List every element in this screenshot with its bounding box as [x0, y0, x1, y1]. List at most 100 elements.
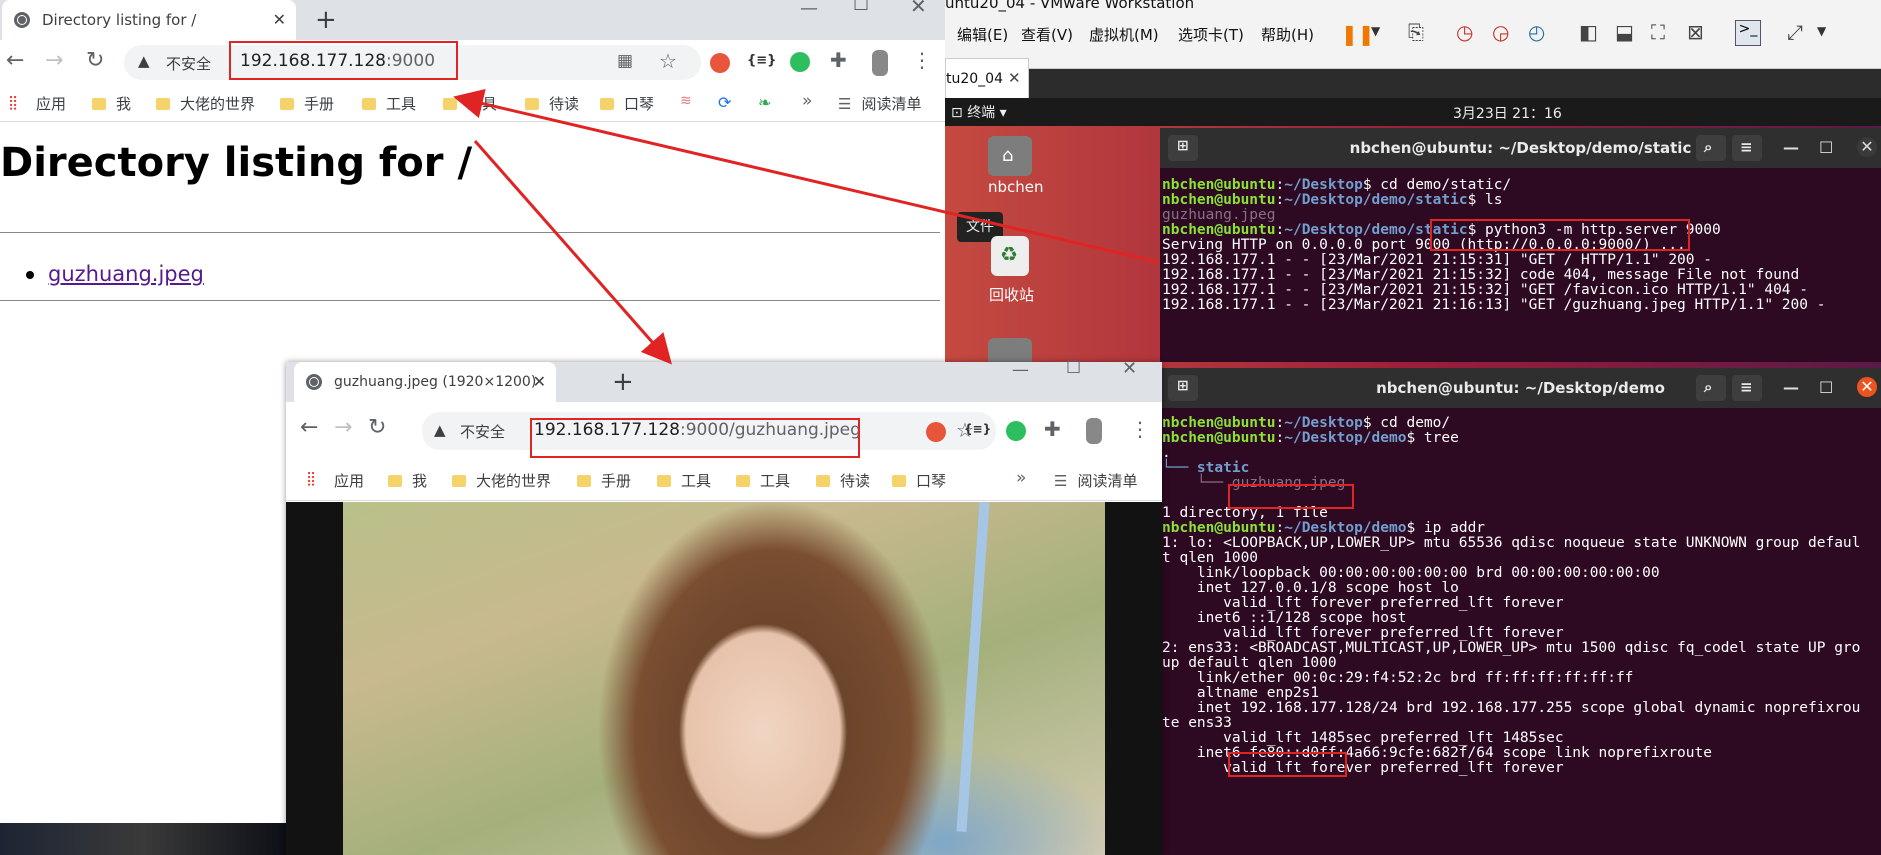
bookmark-icon-extra-1[interactable]: ≋: [680, 93, 692, 109]
divider: [0, 300, 940, 301]
search-icon[interactable]: ⌕: [1696, 375, 1726, 401]
bookmark-icon-extra-2[interactable]: ⟳: [718, 93, 731, 112]
close-tab-icon[interactable]: ✕: [533, 372, 546, 391]
unity-icon[interactable]: ⊠: [1687, 20, 1704, 44]
forward-icon[interactable]: →: [334, 415, 352, 440]
bookmark-star-icon[interactable]: ☆: [659, 49, 677, 73]
background-window-strip: [0, 823, 286, 855]
new-tab-button[interactable]: +: [315, 5, 337, 35]
file-link[interactable]: guzhuang.jpeg: [48, 262, 204, 286]
bookmark-folder[interactable]: 口琴: [892, 470, 946, 491]
menu-vm[interactable]: 虚拟机(M): [1089, 24, 1159, 45]
bookmark-folder[interactable]: 工具: [362, 93, 416, 114]
menu-edit[interactable]: 编辑(E): [957, 24, 1008, 45]
chevron-down-icon[interactable]: ▼: [1371, 24, 1380, 38]
menu-help[interactable]: 帮助(H): [1261, 24, 1314, 45]
close-icon[interactable]: ✕: [1857, 377, 1877, 397]
bookmark-folder[interactable]: 工具: [736, 470, 790, 491]
bookmark-apps[interactable]: ⣿ 应用: [8, 93, 66, 114]
profile-avatar[interactable]: [872, 50, 888, 76]
terminal-window-static[interactable]: ⊞ nbchen@ubuntu: ~/Desktop/demo/static ⌕…: [1160, 128, 1881, 362]
json-extension-icon[interactable]: {≡}: [964, 422, 991, 436]
extension-icon-1[interactable]: [926, 422, 946, 442]
maximize-icon[interactable]: ☐: [1066, 358, 1081, 378]
bookmark-folder[interactable]: 手册: [280, 93, 334, 114]
extension-icon-1[interactable]: [710, 53, 730, 73]
bookmark-folder[interactable]: 我: [388, 470, 427, 491]
bookmark-folder[interactable]: 手册: [577, 470, 631, 491]
menu-tabs[interactable]: 选项卡(T): [1178, 24, 1244, 45]
bookmark-apps[interactable]: ⣿ 应用: [306, 470, 364, 491]
hamburger-menu-icon[interactable]: ≡: [1732, 135, 1762, 161]
search-icon[interactable]: ⌕: [1696, 135, 1726, 161]
console-view-icon[interactable]: >_: [1735, 20, 1761, 46]
stretch-icon[interactable]: ⤢: [1787, 20, 1803, 44]
menu-view[interactable]: 查看(V): [1021, 24, 1073, 45]
menu-kebab-icon[interactable]: ⋮: [912, 48, 932, 72]
new-tab-icon[interactable]: ⊞: [1168, 375, 1198, 401]
maximize-icon[interactable]: ☐: [1819, 378, 1833, 397]
minimize-icon[interactable]: —: [1783, 378, 1799, 397]
reading-list-button[interactable]: ☰ 阅读清单: [838, 93, 921, 114]
close-window-icon[interactable]: ✕: [910, 0, 927, 18]
tab-directory-listing[interactable]: Directory listing for / ✕: [2, 0, 296, 40]
menu-kebab-icon[interactable]: ⋮: [1130, 417, 1150, 441]
new-tab-button[interactable]: +: [612, 367, 634, 397]
sidebar-toggle-icon[interactable]: ◧: [1579, 20, 1598, 44]
snapshot-icon[interactable]: ◷: [1456, 20, 1473, 44]
close-vm-tab-icon[interactable]: ✕: [1008, 69, 1021, 87]
more-bookmarks-chevron[interactable]: »: [802, 91, 812, 111]
reading-list-button[interactable]: ☰ 阅读清单: [1054, 470, 1137, 491]
send-keys-icon[interactable]: ⎘: [1408, 20, 1424, 44]
trash-icon[interactable]: ♻: [991, 236, 1029, 276]
new-tab-icon[interactable]: ⊞: [1168, 135, 1198, 161]
bookmark-folder[interactable]: 口琴: [600, 93, 654, 114]
snapshot-manager-icon[interactable]: ◴: [1528, 20, 1545, 44]
prompt-command: tree: [1415, 430, 1459, 446]
bookmark-folder[interactable]: 大佬的世界: [452, 470, 551, 491]
close-tab-icon[interactable]: ✕: [273, 10, 286, 29]
bookmark-folder[interactable]: 工具: [443, 93, 497, 114]
maximize-icon[interactable]: ☐: [1819, 138, 1833, 157]
qr-code-icon[interactable]: ▦: [617, 51, 633, 71]
clock[interactable]: 3月23日 21：16: [1453, 103, 1562, 123]
vm-tab[interactable]: tu20_04 ✕: [945, 58, 1029, 99]
bookmark-folder[interactable]: 我: [92, 93, 131, 114]
url-highlight-box: [530, 418, 860, 458]
thumbnail-icon[interactable]: ⬓: [1615, 20, 1634, 44]
activities-terminal[interactable]: ⊡ 终端 ▾: [951, 102, 1007, 122]
evernote-icon[interactable]: [1006, 421, 1026, 441]
bookmark-folder[interactable]: 工具: [657, 470, 711, 491]
back-icon[interactable]: ←: [6, 48, 24, 73]
bookmark-folder[interactable]: 待读: [525, 93, 579, 114]
bookmark-folder[interactable]: 待读: [816, 470, 870, 491]
bookmark-folder[interactable]: 大佬的世界: [156, 93, 255, 114]
terminal-window-demo[interactable]: ⊞ nbchen@ubuntu: ~/Desktop/demo ⌕ ≡ — ☐ …: [1160, 368, 1881, 855]
puzzle-icon[interactable]: ✚: [1044, 417, 1061, 441]
back-icon[interactable]: ←: [300, 415, 318, 440]
chevron-down-icon[interactable]: ▼: [1817, 24, 1826, 38]
more-bookmarks-chevron[interactable]: »: [1016, 468, 1026, 488]
reload-icon[interactable]: ↻: [368, 415, 386, 440]
revert-snapshot-icon[interactable]: ◶: [1492, 20, 1509, 44]
evernote-icon[interactable]: [790, 52, 810, 72]
minimize-icon[interactable]: —: [1012, 360, 1029, 380]
close-window-icon[interactable]: ✕: [1122, 358, 1137, 379]
puzzle-icon[interactable]: ✚: [830, 48, 847, 72]
minimize-icon[interactable]: —: [1783, 138, 1799, 157]
hamburger-menu-icon[interactable]: ≡: [1732, 375, 1762, 401]
minimize-icon[interactable]: —: [800, 0, 818, 19]
photo-image[interactable]: [343, 502, 1105, 855]
reload-icon[interactable]: ↻: [86, 48, 104, 73]
maximize-icon[interactable]: ☐: [853, 0, 869, 15]
json-extension-icon[interactable]: {≡}: [747, 53, 776, 68]
close-icon[interactable]: ✕: [1857, 137, 1877, 157]
pause-icon[interactable]: ❚❚: [1341, 22, 1375, 46]
home-folder-icon[interactable]: ⌂: [988, 136, 1032, 176]
bookmark-icon-extra-3[interactable]: ❧: [758, 93, 771, 112]
bookmark-label: 待读: [840, 472, 871, 490]
forward-icon[interactable]: →: [45, 48, 63, 73]
tab-image[interactable]: guzhuang.jpeg (1920×1200) ✕: [294, 362, 556, 402]
profile-avatar[interactable]: [1086, 418, 1102, 444]
fullscreen-icon[interactable]: ⛶: [1651, 20, 1665, 44]
